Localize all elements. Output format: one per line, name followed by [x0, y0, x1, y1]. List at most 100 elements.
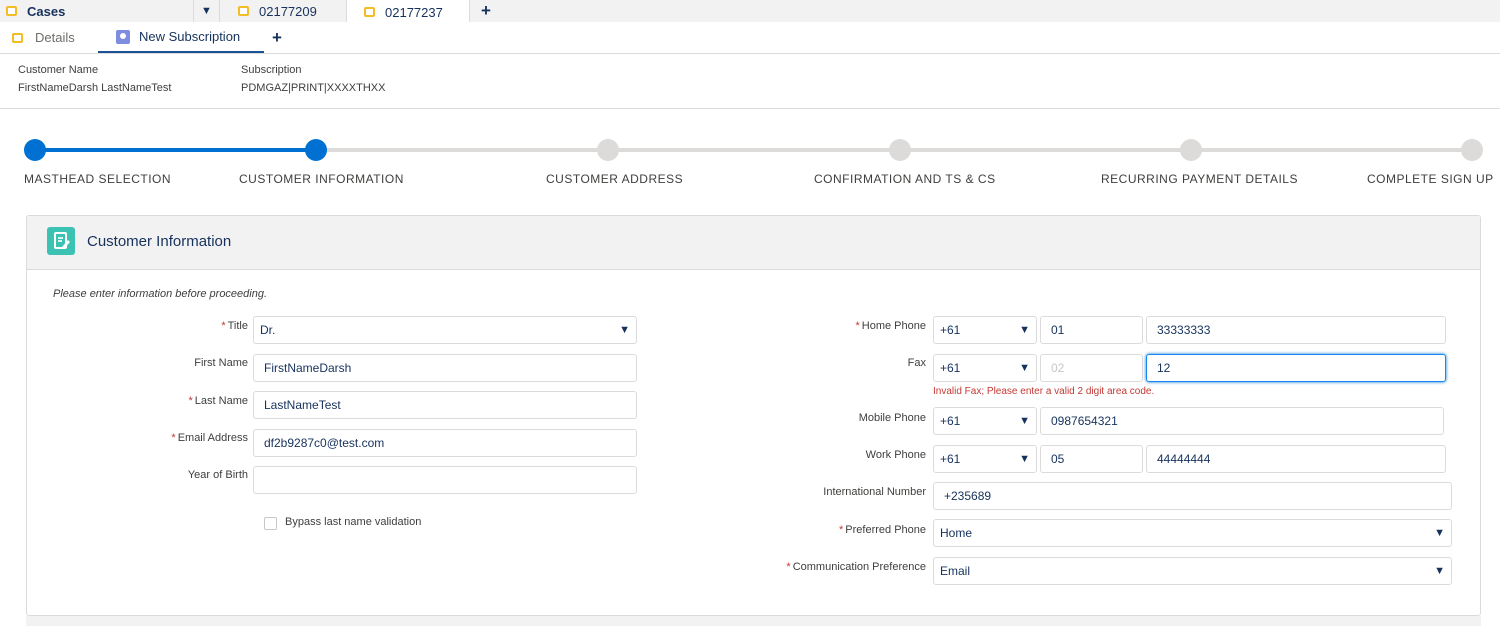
home-phone-label: * Home Phone: [856, 320, 927, 332]
international-number-input[interactable]: +235689: [933, 482, 1452, 510]
work-phone-label: Work Phone: [865, 449, 926, 461]
mobile-phone-label: Mobile Phone: [858, 412, 926, 424]
first-name-input[interactable]: FirstNameDarsh: [253, 354, 637, 382]
subtab-details-label: Details: [35, 30, 75, 45]
step-dot-masthead-selection[interactable]: [24, 139, 46, 161]
workspace-tab-02177237[interactable]: 02177237: [346, 0, 470, 24]
card-header: Customer Information: [27, 216, 1480, 270]
home-phone-country-select[interactable]: +61 ▼: [933, 316, 1037, 344]
step-dot-customer-address[interactable]: [597, 139, 619, 161]
step-label-masthead-selection[interactable]: MASTHEAD SELECTION: [24, 172, 171, 186]
chevron-down-icon: ▼: [1434, 565, 1445, 577]
subtab-details[interactable]: Details: [12, 22, 98, 53]
add-subtab-button[interactable]: +: [270, 22, 284, 53]
customer-name-label: Customer Name: [18, 64, 99, 76]
step-dot-complete-sign-up[interactable]: [1461, 139, 1483, 161]
step-dot-confirmation[interactable]: [889, 139, 911, 161]
last-name-label-text: Last Name: [194, 395, 248, 407]
fax-label: Fax: [907, 357, 926, 369]
chevron-down-icon: ▼: [1434, 527, 1445, 539]
cases-menu-button[interactable]: ▼: [194, 0, 220, 22]
fax-country-select[interactable]: +61 ▼: [933, 354, 1037, 382]
bypass-validation-label[interactable]: Bypass last name validation: [285, 516, 421, 528]
subtab-new-subscription[interactable]: New Subscription: [98, 22, 264, 53]
path-progress: [36, 148, 316, 152]
preferred-phone-label-text: Preferred Phone: [845, 524, 926, 536]
chevron-down-icon: ▼: [1019, 324, 1030, 336]
fax-error-message: Invalid Fax; Please enter a valid 2 digi…: [933, 386, 1155, 397]
step-dot-customer-information[interactable]: [305, 139, 327, 161]
communication-preference-label-text: Communication Preference: [792, 561, 926, 573]
workspace-tab-02177209[interactable]: 02177209: [220, 0, 346, 22]
home-phone-number-input[interactable]: 33333333: [1146, 316, 1446, 344]
subtab-new-subscription-label: New Subscription: [139, 29, 241, 44]
step-label-customer-address[interactable]: CUSTOMER ADDRESS: [546, 172, 683, 186]
fax-area-input[interactable]: 02: [1040, 354, 1143, 382]
form-edit-icon: [47, 227, 75, 255]
fax-area-placeholder: 02: [1051, 361, 1065, 375]
user-icon: [116, 29, 130, 44]
mobile-number-input[interactable]: 0987654321: [1040, 407, 1444, 435]
step-label-confirmation[interactable]: CONFIRMATION AND TS & CS: [814, 172, 996, 186]
card-title: Customer Information: [87, 233, 232, 250]
add-tab-button[interactable]: +: [478, 0, 494, 22]
required-marker: *: [855, 320, 860, 332]
communication-preference-select[interactable]: Email ▼: [933, 557, 1452, 585]
email-value: df2b9287c0@test.com: [264, 436, 385, 450]
form-hint: Please enter information before proceedi…: [53, 288, 268, 300]
step-label-recurring-payment[interactable]: RECURRING PAYMENT DETAILS: [1101, 172, 1298, 186]
cases-nav-tab[interactable]: Cases: [0, 0, 194, 22]
bypass-validation-checkbox[interactable]: [264, 517, 277, 530]
required-marker: *: [188, 395, 193, 407]
email-input[interactable]: df2b9287c0@test.com: [253, 429, 637, 457]
work-number-value: 44444444: [1157, 452, 1211, 466]
last-name-input[interactable]: LastNameTest: [253, 391, 637, 419]
customer-name-value: FirstNameDarsh LastNameTest: [18, 82, 172, 94]
home-phone-area-input[interactable]: 01: [1040, 316, 1143, 344]
workspace-tab-label: 02177209: [259, 3, 317, 19]
work-area-input[interactable]: 05: [1040, 445, 1143, 473]
plus-icon: +: [272, 27, 282, 47]
required-marker: *: [221, 320, 226, 332]
chevron-down-icon: ▼: [201, 5, 212, 17]
cases-label: Cases: [27, 3, 66, 19]
step-label-complete-sign-up[interactable]: COMPLETE SIGN UP: [1367, 172, 1494, 186]
home-phone-number-value: 33333333: [1157, 323, 1211, 337]
last-name-value: LastNameTest: [264, 398, 341, 412]
mobile-country-select[interactable]: +61 ▼: [933, 407, 1037, 435]
title-label: * Title: [221, 320, 248, 332]
required-marker: *: [171, 432, 176, 444]
communication-preference-value: Email: [940, 564, 971, 578]
home-phone-country-value: +61: [940, 323, 961, 337]
preferred-phone-select[interactable]: Home ▼: [933, 519, 1452, 547]
email-label-text: Email Address: [177, 432, 248, 444]
last-name-label: * Last Name: [189, 395, 248, 407]
plus-icon: +: [481, 1, 491, 20]
fax-number-input[interactable]: 12: [1146, 354, 1446, 382]
subscription-value: PDMGAZ|PRINT|XXXXTHXX: [241, 82, 386, 94]
step-label-customer-information[interactable]: CUSTOMER INFORMATION: [239, 172, 404, 186]
work-country-select[interactable]: +61 ▼: [933, 445, 1037, 473]
title-select[interactable]: Dr. ▼: [253, 316, 637, 344]
preferred-phone-value: Home: [940, 526, 973, 540]
work-number-input[interactable]: 44444444: [1146, 445, 1446, 473]
mobile-number-value: 0987654321: [1051, 414, 1118, 428]
work-country-value: +61: [940, 452, 961, 466]
first-name-value: FirstNameDarsh: [264, 361, 352, 375]
card-footer-strip: [26, 616, 1481, 626]
first-name-label: First Name: [194, 357, 248, 369]
step-dot-recurring-payment[interactable]: [1180, 139, 1202, 161]
required-marker: *: [839, 524, 844, 536]
home-phone-label-text: Home Phone: [861, 320, 926, 332]
year-of-birth-input[interactable]: [253, 466, 637, 494]
fax-country-value: +61: [940, 361, 961, 375]
case-folder-icon: [238, 6, 249, 16]
chevron-down-icon: ▼: [1019, 362, 1030, 374]
international-number-value: +235689: [944, 489, 992, 503]
title-select-value: Dr.: [260, 323, 276, 337]
required-marker: *: [786, 561, 791, 573]
cases-folder-icon: [6, 6, 17, 16]
chevron-down-icon: ▼: [1019, 415, 1030, 427]
work-area-value: 05: [1051, 452, 1065, 466]
title-label-text: Title: [227, 320, 248, 332]
